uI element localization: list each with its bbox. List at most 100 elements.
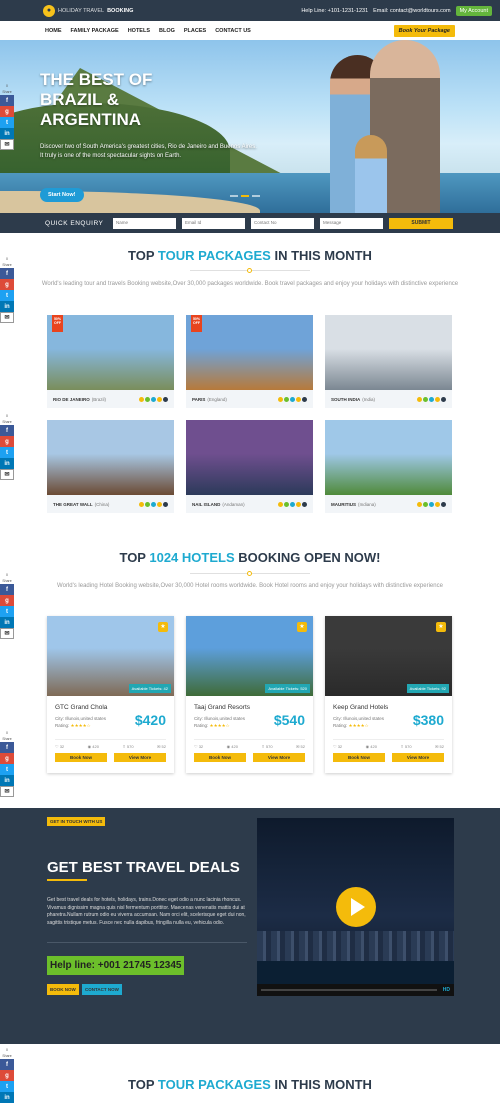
my-account-button[interactable]: My Account — [455, 5, 492, 16]
hotel-stats: ♡ 32 ◉ 420 ⇪ 570 ✉ 52 — [333, 739, 444, 749]
facebook-icon[interactable]: f — [0, 95, 14, 106]
facebook-icon[interactable]: f — [0, 425, 14, 436]
tour-image[interactable] — [47, 420, 174, 495]
tour-name[interactable]: PARIS — [192, 397, 205, 402]
tour-card[interactable]: SOUTH INDIA (India) — [325, 315, 452, 408]
facebook-icon[interactable]: f — [0, 268, 14, 279]
google-plus-icon[interactable]: g — [0, 436, 14, 447]
linkedin-icon[interactable]: in — [0, 301, 14, 312]
book-now-button[interactable]: Book Now — [194, 753, 246, 762]
linkedin-icon[interactable]: in — [0, 458, 14, 469]
hotel-image[interactable]: ★ Available Tickets: 42 — [47, 616, 174, 696]
share-stat[interactable]: ⇪ 570 — [122, 744, 133, 749]
nav-family-package[interactable]: FAMILY PACKAGE — [71, 28, 119, 34]
comment-stat[interactable]: ✉ 52 — [296, 744, 305, 749]
tour-image[interactable] — [325, 315, 452, 390]
tour-card[interactable]: 50% OFF PARIS (England) — [186, 315, 313, 408]
site-logo[interactable]: ● HOLIDAY TRAVEL BOOKING — [43, 4, 133, 17]
hd-badge[interactable]: HD — [443, 987, 450, 993]
linkedin-icon[interactable]: in — [0, 128, 14, 139]
google-plus-icon[interactable]: g — [0, 106, 14, 117]
twitter-icon[interactable]: t — [0, 606, 14, 617]
name-field[interactable]: Name — [113, 217, 176, 229]
nav-home[interactable]: HOME — [45, 28, 62, 34]
email-share-icon[interactable]: ✉ — [0, 312, 14, 323]
tour-country: (India) — [362, 396, 376, 402]
share-stat[interactable]: ⇪ 570 — [400, 744, 411, 749]
like-stat[interactable]: ♡ 32 — [333, 744, 342, 749]
book-package-button[interactable]: Book Your Package — [393, 24, 455, 37]
hotel-name[interactable]: Keep Grand Hotels — [333, 704, 388, 711]
email-field[interactable]: Email Id — [182, 217, 245, 229]
hotel-name[interactable]: GTC Grand Chola — [55, 704, 107, 711]
hotel-image[interactable]: ★ Available Tickets: 92 — [325, 616, 452, 696]
contact-now-button[interactable]: CONTACT NOW — [82, 984, 122, 995]
slider-dot-active[interactable] — [241, 195, 249, 197]
tour-image[interactable] — [186, 315, 313, 390]
twitter-icon[interactable]: t — [0, 764, 14, 775]
view-more-button[interactable]: View More — [114, 753, 166, 762]
email-share-icon[interactable]: ✉ — [0, 139, 14, 150]
hotel-name[interactable]: Taaj Grand Resorts — [194, 704, 250, 711]
hotel-image[interactable]: ★ Available Tickets: 520 — [186, 616, 313, 696]
start-now-button[interactable]: Start Now! — [40, 188, 84, 202]
video-player[interactable]: HD — [257, 818, 454, 996]
view-more-button[interactable]: View More — [392, 753, 444, 762]
video-controls[interactable]: HD — [257, 984, 454, 996]
linkedin-icon[interactable]: in — [0, 1092, 14, 1103]
facebook-icon[interactable]: f — [0, 1059, 14, 1070]
tour-name[interactable]: NAIL ISLAND — [192, 502, 220, 507]
favorite-icon[interactable]: ★ — [436, 622, 446, 632]
nav-contact-us[interactable]: CONTACT US — [215, 28, 251, 34]
nav-hotels[interactable]: HOTELS — [128, 28, 150, 34]
tour-card[interactable]: 50% OFF RIO DE JANEIRO (Brazil) — [47, 315, 174, 408]
share-stat[interactable]: ⇪ 570 — [261, 744, 272, 749]
linkedin-icon[interactable]: in — [0, 617, 14, 628]
tour-card[interactable]: MAURITIUS (Indiana) — [325, 420, 452, 513]
slider-dot[interactable] — [230, 195, 238, 197]
favorite-icon[interactable]: ★ — [158, 622, 168, 632]
book-now-button[interactable]: BOOK NOW — [47, 984, 79, 995]
favorite-icon[interactable]: ★ — [297, 622, 307, 632]
facebook-icon[interactable]: f — [0, 742, 14, 753]
contact-field[interactable]: Contact No — [251, 217, 314, 229]
tour-name[interactable]: SOUTH INDIA — [331, 397, 360, 402]
tour-name[interactable]: THE GREAT WALL — [53, 502, 93, 507]
twitter-icon[interactable]: t — [0, 447, 14, 458]
hotel-card[interactable]: ★ Available Tickets: 92 Keep Grand Hotels C… — [325, 616, 452, 773]
book-now-button[interactable]: Book Now — [333, 753, 385, 762]
twitter-icon[interactable]: t — [0, 290, 14, 301]
email-text[interactable]: Email: contact@worldtours.com — [373, 8, 450, 14]
nav-blog[interactable]: BLOG — [159, 28, 175, 34]
google-plus-icon[interactable]: g — [0, 279, 14, 290]
video-progress[interactable] — [261, 989, 437, 991]
tour-image[interactable] — [186, 420, 313, 495]
comment-stat[interactable]: ✉ 52 — [435, 744, 444, 749]
linkedin-icon[interactable]: in — [0, 775, 14, 786]
book-now-button[interactable]: Book Now — [55, 753, 107, 762]
tour-name[interactable]: MAURITIUS — [331, 502, 356, 507]
google-plus-icon[interactable]: g — [0, 753, 14, 764]
message-field[interactable]: Message — [320, 217, 383, 229]
comment-stat[interactable]: ✉ 52 — [157, 744, 166, 749]
slider-dot[interactable] — [252, 195, 260, 197]
like-stat[interactable]: ♡ 32 — [194, 744, 203, 749]
email-share-icon[interactable]: ✉ — [0, 786, 14, 797]
submit-button[interactable]: SUBMIT — [389, 217, 453, 229]
hotel-card[interactable]: ★ Available Tickets: 42 GTC Grand Chola Cit… — [47, 616, 174, 773]
tour-name[interactable]: RIO DE JANEIRO — [53, 397, 90, 402]
twitter-icon[interactable]: t — [0, 117, 14, 128]
hotel-card[interactable]: ★ Available Tickets: 520 Taaj Grand Resort… — [186, 616, 313, 773]
tour-image[interactable] — [47, 315, 174, 390]
email-share-icon[interactable]: ✉ — [0, 628, 14, 639]
tour-image[interactable] — [325, 420, 452, 495]
tour-card[interactable]: NAIL ISLAND (Andaman) — [186, 420, 313, 513]
email-share-icon[interactable]: ✉ — [0, 469, 14, 480]
nav-places[interactable]: PLACES — [184, 28, 206, 34]
google-plus-icon[interactable]: g — [0, 595, 14, 606]
facebook-icon[interactable]: f — [0, 584, 14, 595]
like-stat[interactable]: ♡ 32 — [55, 744, 64, 749]
tour-card[interactable]: THE GREAT WALL (China) — [47, 420, 174, 513]
play-icon[interactable] — [336, 887, 376, 927]
view-more-button[interactable]: View More — [253, 753, 305, 762]
